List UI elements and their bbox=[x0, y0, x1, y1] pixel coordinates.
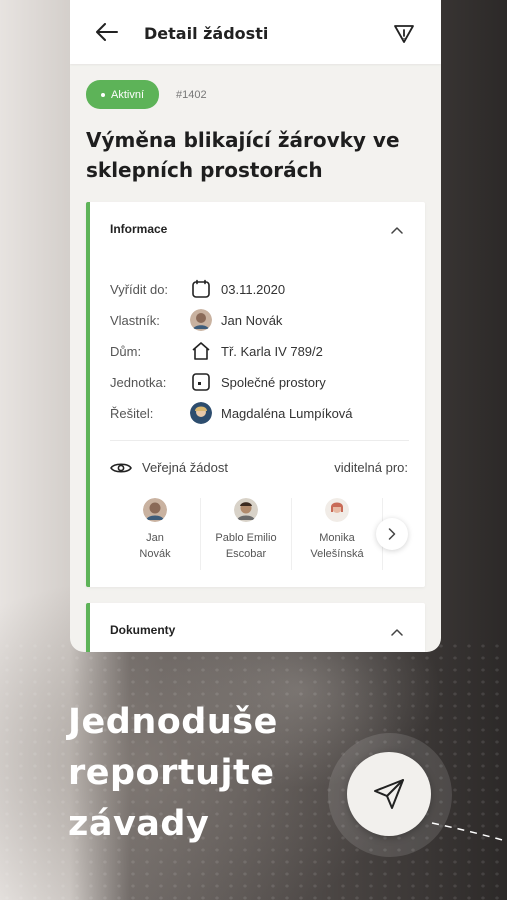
info-row-solver: Řešitel: Magdaléna Lumpíková bbox=[110, 401, 353, 425]
info-row-unit: Jednotka: Společné prostory bbox=[110, 370, 326, 394]
eye-icon bbox=[110, 462, 132, 473]
info-label: Vyřídit do: bbox=[110, 281, 169, 297]
page-title: Detail žádosti bbox=[144, 24, 269, 43]
house-icon bbox=[190, 340, 212, 362]
avatar bbox=[325, 498, 349, 522]
avatar bbox=[190, 309, 212, 331]
send-icon bbox=[374, 779, 404, 809]
chevron-right-icon bbox=[388, 528, 396, 540]
chevron-up-icon[interactable] bbox=[391, 226, 403, 234]
warning-triangle-icon[interactable] bbox=[393, 24, 415, 44]
info-value: 03.11.2020 bbox=[221, 281, 286, 297]
info-row-owner: Vlastník: Jan Novák bbox=[110, 308, 282, 332]
chevron-up-icon[interactable] bbox=[391, 628, 403, 636]
info-value: Magdaléna Lumpíková bbox=[221, 405, 353, 421]
person-name: Pablo Emilio Escobar bbox=[215, 532, 277, 560]
status-dot bbox=[100, 92, 105, 97]
info-label: Řešitel: bbox=[110, 405, 154, 421]
info-label: Jednotka: bbox=[110, 374, 167, 390]
info-card: Informace Vyřídit do: 03.11.2020 Vlastní… bbox=[86, 202, 425, 587]
app-bar: Detail žádosti bbox=[70, 0, 441, 64]
avatar bbox=[234, 498, 258, 522]
info-value: Jan Novák bbox=[221, 312, 283, 328]
info-card-header[interactable]: Informace bbox=[110, 222, 167, 236]
divider bbox=[110, 440, 409, 441]
documents-card: Dokumenty bbox=[86, 603, 425, 652]
info-label: Vlastník: bbox=[110, 312, 160, 328]
arrow-left-icon[interactable] bbox=[96, 23, 118, 41]
dashed-path-decoration bbox=[431, 822, 507, 842]
info-row-house: Dům: Tř. Karla IV 789/2 bbox=[110, 339, 323, 363]
send-button[interactable] bbox=[347, 752, 431, 836]
info-label: Dům: bbox=[110, 343, 142, 359]
status-badge: Aktivní bbox=[86, 80, 159, 109]
request-title: Výměna blikající žárovky ve sklepních pr… bbox=[86, 128, 400, 182]
unit-icon bbox=[190, 371, 212, 393]
person-name: Jan Novák bbox=[139, 532, 171, 560]
visible-for-label: viditelná pro: bbox=[334, 460, 408, 475]
calendar-icon bbox=[190, 278, 212, 300]
public-label: Veřejná žádost bbox=[142, 460, 229, 475]
avatar bbox=[143, 498, 167, 522]
status-row: Aktivní #1402 bbox=[86, 80, 207, 109]
person-item[interactable]: Pablo Emilio Escobar bbox=[201, 498, 292, 570]
documents-card-header[interactable]: Dokumenty bbox=[110, 623, 175, 637]
person-name: Monika Velešínská bbox=[310, 532, 364, 560]
avatar bbox=[190, 402, 212, 424]
public-row: Veřejná žádost viditelná pro: bbox=[110, 460, 408, 475]
phone-screen: Detail žádosti Aktivní #1402 Výměna blik… bbox=[70, 0, 441, 652]
info-value: Tř. Karla IV 789/2 bbox=[221, 343, 323, 359]
status-label: Aktivní bbox=[110, 88, 144, 101]
info-value: Společné prostory bbox=[221, 374, 326, 390]
people-next-button[interactable] bbox=[376, 518, 408, 550]
person-item[interactable]: Jan Novák bbox=[110, 498, 201, 570]
request-number: #1402 bbox=[176, 88, 207, 101]
people-list: Jan Novák Pablo Emilio Escobar Monika Ve… bbox=[110, 498, 383, 570]
person-item[interactable]: Monika Velešínská bbox=[292, 498, 383, 570]
promo-tagline: Jednoduše reportujte závady bbox=[68, 702, 278, 844]
info-row-due: Vyřídit do: 03.11.2020 bbox=[110, 277, 285, 301]
